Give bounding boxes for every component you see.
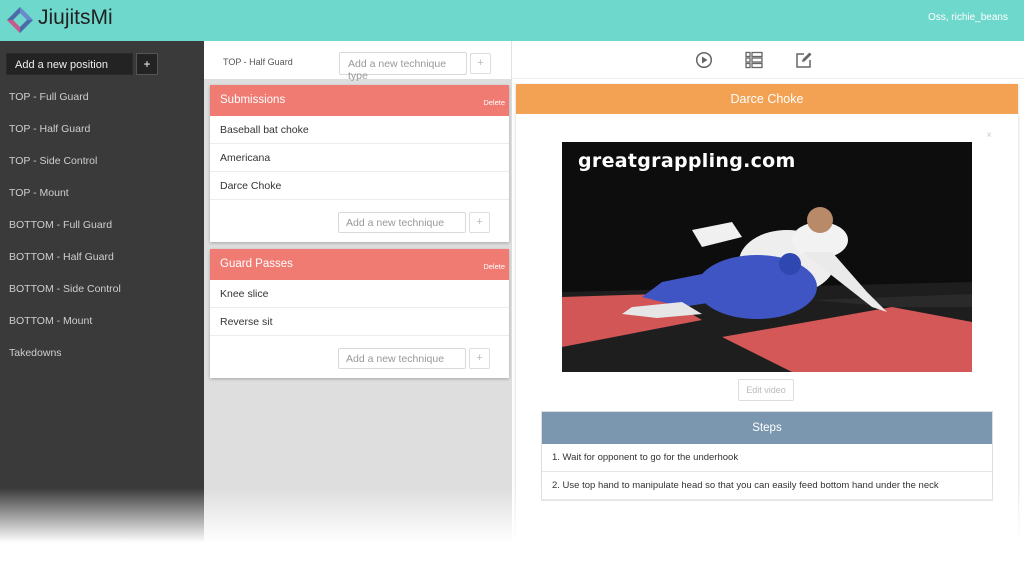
user-greeting[interactable]: Oss, richie_beans [928,12,1008,23]
add-technique-row: Add a new technique + [210,200,509,241]
add-position-input[interactable]: Add a new position [6,53,133,75]
sidebar-item-top-mount[interactable]: TOP - Mount [0,185,204,217]
add-technique-type-button[interactable]: + [470,53,491,74]
video-watermark: greatgrappling.com [578,150,796,172]
sidebar-item-bottom-side-control[interactable]: BOTTOM - Side Control [0,281,204,313]
video-thumbnail [562,142,972,372]
current-position-label: TOP - Half Guard [223,57,293,67]
sidebar: Add a new position + TOP - Full Guard TO… [0,41,204,576]
sidebar-item-bottom-mount[interactable]: BOTTOM - Mount [0,313,204,345]
list-icon[interactable] [745,51,763,69]
sidebar-item-top-half-guard[interactable]: TOP - Half Guard [0,121,204,153]
add-technique-input[interactable]: Add a new technique [338,212,466,233]
brand-name: JiujitsMi [38,6,113,29]
sidebar-item-top-full-guard[interactable]: TOP - Full Guard [0,89,204,121]
delete-group-button[interactable]: Delete [483,262,505,271]
add-technique-input[interactable]: Add a new technique [338,348,466,369]
detail-panel: Darce Choke × greatgrappling.com Edit vi… [512,41,1024,576]
sidebar-item-bottom-full-guard[interactable]: BOTTOM - Full Guard [0,217,204,249]
technique-column: TOP - Half Guard Add a new technique typ… [204,41,512,576]
add-position-button[interactable]: + [136,53,158,75]
technique-item[interactable]: Darce Choke [210,172,509,200]
sidebar-item-top-side-control[interactable]: TOP - Side Control [0,153,204,185]
sidebar-item-bottom-half-guard[interactable]: BOTTOM - Half Guard [0,249,204,281]
video-player[interactable]: greatgrappling.com [562,142,972,372]
technique-item[interactable]: Reverse sit [210,308,509,336]
top-bar: JiujitsMi Oss, richie_beans [0,0,1024,41]
add-technique-button[interactable]: + [469,348,490,369]
step-item[interactable]: 1. Wait for opponent to go for the under… [542,444,992,472]
technique-type-input[interactable]: Add a new technique type [339,52,467,82]
technique-group-card: Guard Passes Delete Knee slice Reverse s… [210,249,509,378]
add-technique-button[interactable]: + [469,212,490,233]
group-title[interactable]: Submissions [220,94,285,106]
technique-group-card: Submissions Delete Baseball bat choke Am… [210,85,509,242]
steps-panel: Steps 1. Wait for opponent to go for the… [541,411,993,501]
group-header: Guard Passes Delete [210,249,509,280]
add-technique-row: Add a new technique + [210,336,509,377]
group-header: Submissions Delete [210,85,509,116]
step-item[interactable]: 2. Use top hand to manipulate head so th… [542,472,992,500]
technique-item[interactable]: Baseball bat choke [210,116,509,144]
close-icon[interactable]: × [986,130,992,141]
group-title[interactable]: Guard Passes [220,258,293,270]
edit-icon[interactable] [795,51,813,69]
logo-icon [7,7,33,33]
position-list: TOP - Full Guard TOP - Half Guard TOP - … [0,89,204,377]
technique-item[interactable]: Knee slice [210,280,509,308]
steps-title: Steps [542,412,992,444]
play-icon[interactable] [695,51,713,69]
technique-column-header: TOP - Half Guard Add a new technique typ… [204,41,512,82]
technique-title: Darce Choke [516,84,1018,114]
edit-video-button[interactable]: Edit video [738,379,794,401]
detail-toolbar [512,41,1024,79]
technique-detail-card: Darce Choke × greatgrappling.com Edit vi… [516,84,1018,576]
technique-item[interactable]: Americana [210,144,509,172]
delete-group-button[interactable]: Delete [483,98,505,107]
sidebar-item-takedowns[interactable]: Takedowns [0,345,204,377]
